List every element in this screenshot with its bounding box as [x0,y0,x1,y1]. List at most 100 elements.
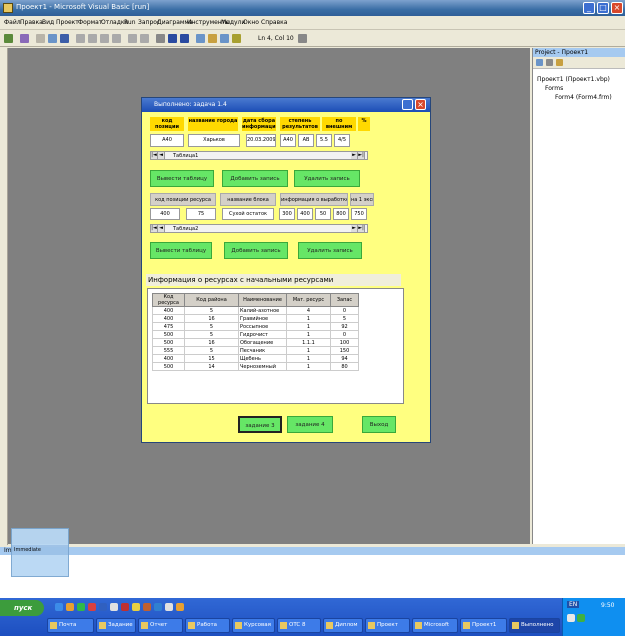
redo-icon[interactable] [140,34,149,43]
table-cell[interactable]: Калий-азотное [238,306,287,315]
nav-last-icon[interactable]: ►| [358,152,365,159]
quicklaunch-app-icon[interactable] [121,603,129,611]
break-icon[interactable] [168,34,177,43]
task-diploma[interactable]: Диплом [323,618,363,633]
field-energy-5[interactable]: 750 [351,208,367,220]
table-cell[interactable]: 150 [330,346,359,355]
nav2-last-icon[interactable]: ►| [358,225,365,232]
table-cell[interactable]: 94 [330,354,359,363]
quicklaunch-desktop-icon[interactable] [110,603,118,611]
table-cell[interactable]: 16 [184,314,239,323]
nav-prev-icon[interactable]: ◄ [158,152,165,159]
table-cell[interactable]: 14 [184,362,239,371]
end-icon[interactable] [180,34,189,43]
table-cell[interactable]: 500 [152,330,185,339]
grid-col-name[interactable]: Наименование [238,293,287,307]
maximize-button[interactable]: □ [597,2,609,14]
properties-icon[interactable] [208,34,217,43]
table-cell[interactable]: 1 [286,354,331,363]
quicklaunch-media-icon[interactable] [77,603,85,611]
volume-icon[interactable] [567,614,575,622]
minimize-button[interactable]: _ [583,2,595,14]
field-energy-1[interactable]: 300 [279,208,295,220]
table-cell[interactable]: 400 [152,314,185,323]
resources-grid[interactable]: Код ресурса Код района Наименование Мат.… [152,293,359,371]
quicklaunch-excel-icon[interactable] [154,603,162,611]
grid-col-stock[interactable]: Запас [330,293,359,307]
data-navigator-1[interactable]: |◄ ◄ Таблица1 ► ►| [150,151,368,160]
field-resource-code[interactable]: 400 [150,208,180,220]
menu-edit[interactable]: Правка [20,19,43,26]
menu-format[interactable]: Формат [78,19,102,26]
quicklaunch-media2-icon[interactable] [143,603,151,611]
table-cell[interactable]: 500 [152,362,185,371]
menu-addins[interactable]: Модули [221,19,245,26]
quicklaunch-explorer-icon[interactable] [132,603,140,611]
tree-item-form4[interactable]: Form4 (Form4.frm) [555,94,612,101]
field-value-4[interactable]: 4/5 [334,134,350,147]
object-browser-icon[interactable] [232,34,241,43]
nav-first-icon[interactable]: |◄ [151,152,158,159]
data-navigator-2[interactable]: |◄ ◄ Таблица2 ► ►| [150,224,368,233]
undo-icon[interactable] [128,34,137,43]
table-cell[interactable]: Щебень [238,354,287,363]
menu-view[interactable]: Вид [42,19,54,26]
table-cell[interactable]: 92 [330,322,359,331]
table-row[interactable]: 475 5 Россыпное 1 92 [152,322,359,331]
table-cell[interactable]: 400 [152,354,185,363]
task-assignment[interactable]: Задание [96,618,136,633]
table-cell[interactable]: 5 [330,314,359,323]
table-cell[interactable]: 5 [184,346,239,355]
table-cell[interactable]: 5 [184,330,239,339]
field-energy-2[interactable]: 400 [297,208,313,220]
table-cell[interactable]: 1 [286,330,331,339]
table-cell[interactable]: 555 [152,346,185,355]
table-cell[interactable]: 15 [184,354,239,363]
menu-window[interactable]: Окно [243,19,259,26]
close-button[interactable]: × [611,2,623,14]
show-table-button-1[interactable]: Вывести таблицу [150,170,214,187]
delete-record-button-2[interactable]: Удалить запись [298,242,362,259]
project-explorer-icon[interactable] [196,34,205,43]
task-otc[interactable]: OTC 8 [277,618,321,633]
grid-col-district-code[interactable]: Код района [184,293,239,307]
form-maximize-button[interactable] [402,99,413,110]
tree-item-forms-folder[interactable]: Forms [545,85,563,92]
exit-button[interactable]: Выход [362,416,396,433]
menu-help[interactable]: Справка [261,19,287,26]
add-record-button-1[interactable]: Добавить запись [222,170,288,187]
add-project-icon[interactable] [4,34,13,43]
table-cell[interactable]: 0 [330,330,359,339]
task-report[interactable]: Отчет [138,618,183,633]
table-cell[interactable]: 5 [184,306,239,315]
table-cell[interactable]: 500 [152,338,185,347]
table-row[interactable]: 400 5 Калий-азотное 4 0 [152,306,359,315]
table-cell[interactable]: Песчаник [238,346,287,355]
view-code-icon[interactable] [536,59,543,66]
quicklaunch-ie-icon[interactable] [55,603,63,611]
task-project1[interactable]: Проект1 [460,618,507,633]
show-table-button-2[interactable]: Вывести таблицу [150,242,212,259]
field-date[interactable]: 20.03.2009 [246,134,276,147]
field-city-name[interactable]: Харьков [188,134,240,147]
find-icon[interactable] [112,34,121,43]
field-resource-name[interactable]: Сухой остаток [222,208,274,220]
field-value-3[interactable]: 5.5 [316,134,332,147]
form-layout-icon[interactable] [220,34,229,43]
add-record-button-2[interactable]: Добавить запись [224,242,288,259]
table-cell[interactable]: 0 [330,306,359,315]
table-cell[interactable]: 1 [286,314,331,323]
field-district-code[interactable]: 75 [186,208,216,220]
table-cell[interactable]: 1 [286,362,331,371]
table-row[interactable]: 500 5 Гидрочист 1 0 [152,330,359,339]
quicklaunch-notepad-icon[interactable] [165,603,173,611]
network-icon[interactable] [577,614,585,622]
task-running-form[interactable]: Выполнено [509,618,560,633]
table-cell[interactable]: 80 [330,362,359,371]
task-mail[interactable]: Почта [47,618,94,633]
table-cell[interactable]: 5 [184,322,239,331]
quicklaunch-opera-icon[interactable] [88,603,96,611]
table-cell[interactable]: Черноземный [238,362,287,371]
task-coursework[interactable]: Курсовая [232,618,275,633]
grid-col-resource-code[interactable]: Код ресурса [152,293,185,307]
